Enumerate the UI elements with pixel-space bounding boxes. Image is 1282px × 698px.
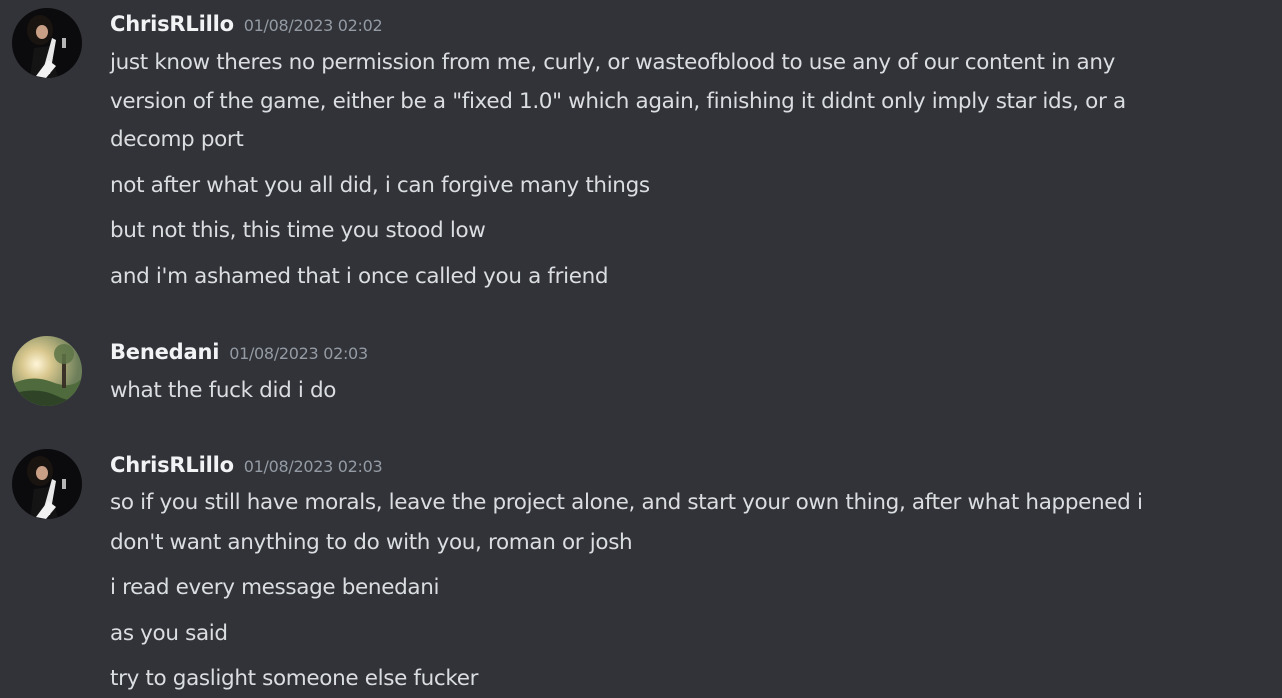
message-header: ChrisRLillo 01/08/2023 02:03 <box>110 449 383 481</box>
avatar[interactable] <box>12 449 82 519</box>
message-header: Benedani 01/08/2023 02:03 <box>110 336 368 368</box>
message-header: ChrisRLillo 01/08/2023 02:02 <box>110 8 383 40</box>
landscape-avatar-icon <box>12 336 82 406</box>
username[interactable]: ChrisRLillo <box>110 453 234 477</box>
message-text: as you said <box>110 621 228 646</box>
username[interactable]: Benedani <box>110 340 219 364</box>
message-text: not after what you all did, i can forgiv… <box>110 173 650 198</box>
message-text: decomp port <box>110 127 244 152</box>
avatar[interactable] <box>12 336 82 406</box>
message-text: what the fuck did i do <box>110 378 337 403</box>
timestamp: 01/08/2023 02:03 <box>243 457 383 476</box>
timestamp: 01/08/2023 02:03 <box>229 344 368 363</box>
username[interactable]: ChrisRLillo <box>110 12 234 36</box>
guitarist-avatar-icon <box>12 8 82 78</box>
message-text: but not this, this time you stood low <box>110 218 486 243</box>
chat-message-list: ChrisRLillo 01/08/2023 02:02 just know th… <box>0 0 1282 698</box>
message-text: and i'm ashamed that i once called you a… <box>110 264 609 289</box>
avatar[interactable] <box>12 8 82 78</box>
guitarist-avatar-icon <box>12 449 82 519</box>
message-text: don't want anything to do with you, roma… <box>110 530 633 555</box>
message-text: so if you still have morals, leave the p… <box>110 490 1143 515</box>
message-text: try to gaslight someone else fucker <box>110 666 479 691</box>
message-text: version of the game, either be a "fixed … <box>110 89 1126 114</box>
message-text: just know theres no permission from me, … <box>110 50 1115 75</box>
message-text: i read every message benedani <box>110 575 440 600</box>
timestamp: 01/08/2023 02:02 <box>243 16 383 35</box>
